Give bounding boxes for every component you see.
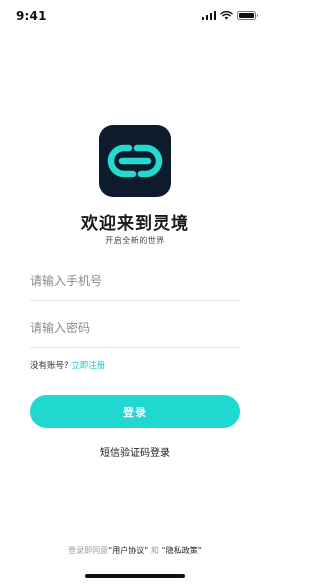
phone-input[interactable] xyxy=(30,261,240,300)
cellular-signal-icon xyxy=(201,11,216,20)
phone-field xyxy=(30,261,240,301)
login-button[interactable]: 登录 xyxy=(30,395,240,428)
password-input[interactable] xyxy=(30,308,240,347)
battery-icon xyxy=(237,11,258,20)
status-icons xyxy=(201,11,258,20)
login-screen: 9:41 欢迎来到灵境 开启全新的世界 没有账号? 立即注册 xyxy=(0,0,270,584)
app-logo xyxy=(99,125,171,197)
agreement-prefix: 登录即同意 xyxy=(68,546,109,555)
sms-login-link[interactable]: 短信验证码登录 xyxy=(0,444,270,459)
user-agreement-link[interactable]: “用户协议” xyxy=(108,546,148,555)
app-subtitle: 开启全新的世界 xyxy=(105,236,165,245)
home-indicator[interactable] xyxy=(85,574,185,578)
wifi-icon xyxy=(220,11,233,20)
app-title: 欢迎来到灵境 xyxy=(81,214,189,234)
agreement-text: 登录即同意“用户协议” 和 “隐私政策” xyxy=(0,545,270,556)
password-field xyxy=(30,308,240,348)
agreement-and: 和 xyxy=(151,546,159,555)
status-time: 9:41 xyxy=(16,9,47,23)
register-link[interactable]: 立即注册 xyxy=(71,361,105,371)
status-bar: 9:41 xyxy=(0,0,270,30)
register-row: 没有账号? 立即注册 xyxy=(30,359,105,371)
no-account-text: 没有账号? xyxy=(30,361,69,371)
link-logo-icon xyxy=(107,144,163,178)
privacy-policy-link[interactable]: “隐私政策” xyxy=(162,546,202,555)
